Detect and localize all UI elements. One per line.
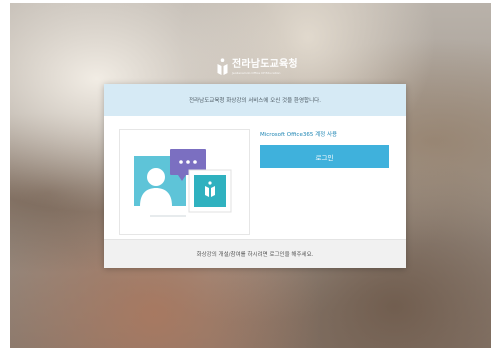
video-lecture-illustration-icon (134, 149, 232, 217)
account-type-label: Microsoft Office365 계정 사용 (260, 132, 338, 138)
footer-text: 화상강의 개설/참여를 하시려면 로그인을 해주세요. (196, 252, 314, 258)
background-frame: 전라남도교육청 Jeollanamdo Office Of Education … (10, 3, 491, 348)
logo: 전라남도교육청 Jeollanamdo Office Of Education (217, 56, 309, 78)
login-button[interactable]: 로그인 (260, 145, 389, 168)
logo-subtitle: Jeollanamdo Office Of Education (232, 70, 281, 75)
video-conference-illustration (119, 129, 250, 235)
welcome-text: 전라남도교육청 화상강의 서비스에 오신 것을 환영합니다. (189, 98, 321, 104)
welcome-header: 전라남도교육청 화상강의 서비스에 오신 것을 환영합니다. (104, 84, 406, 116)
jeonnam-education-logo-icon (217, 58, 228, 75)
card-footer: 화상강의 개설/참여를 하시려면 로그인을 해주세요. (104, 239, 406, 268)
logo-title: 전라남도교육청 (232, 58, 298, 70)
login-card: 전라남도교육청 화상강의 서비스에 오신 것을 환영합니다. Microsoft… (104, 84, 406, 268)
